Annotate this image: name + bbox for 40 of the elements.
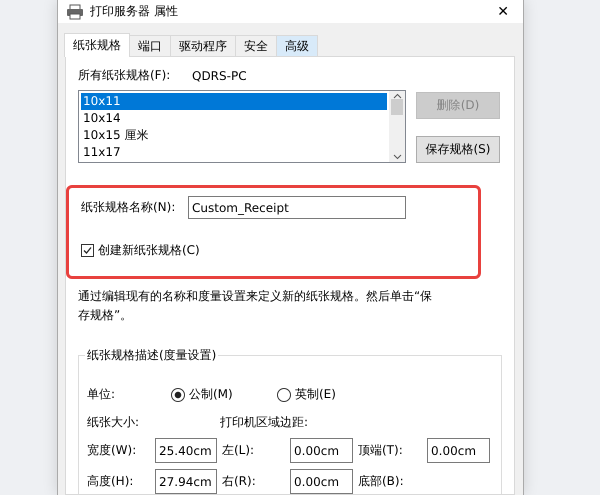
radio-button[interactable] bbox=[171, 388, 185, 402]
margin-field[interactable]: 0.00cm bbox=[290, 469, 353, 494]
hint-text: 通过编辑现有的名称和度量设置来定义新的纸张规格。然后单击“保存规格”。 bbox=[78, 288, 434, 324]
size-label: 纸张大小: bbox=[87, 414, 140, 431]
scroll-down-icon[interactable] bbox=[392, 154, 402, 160]
checkbox-label[interactable]: 创建新纸张规格(C) bbox=[98, 242, 200, 259]
list-item[interactable]: 10x15 厘米 bbox=[81, 127, 387, 144]
radio-button[interactable] bbox=[277, 388, 291, 402]
radio-label[interactable]: 公制(M) bbox=[189, 386, 233, 403]
margin-label: 右(R): bbox=[222, 473, 257, 490]
list-item[interactable]: 10x11 bbox=[81, 93, 387, 110]
margin-field[interactable]: 0.00cm bbox=[290, 438, 353, 463]
dimension-field[interactable]: 25.40cm bbox=[155, 438, 217, 463]
tab[interactable]: 高级 bbox=[276, 35, 318, 56]
margin-label: 左(L): bbox=[222, 442, 256, 459]
scroll-up-icon[interactable] bbox=[392, 93, 402, 99]
close-button[interactable]: ✕ bbox=[491, 4, 515, 20]
radio-label[interactable]: 英制(E) bbox=[295, 386, 336, 403]
tab[interactable]: 纸张规格 bbox=[64, 33, 130, 57]
margin-field[interactable]: 0.00cm bbox=[427, 438, 490, 463]
dimension-field[interactable]: 27.94cm bbox=[155, 469, 217, 494]
units-label: 单位: bbox=[87, 386, 116, 403]
group-title: 纸张规格描述(度量设置) bbox=[85, 347, 218, 364]
dimension-label: 高度(H): bbox=[87, 473, 134, 490]
forms-label: 所有纸张规格(F): bbox=[78, 67, 172, 84]
window-title: 打印服务器 属性 bbox=[90, 3, 179, 20]
name-label: 纸张规格名称(N): bbox=[81, 199, 176, 216]
margins-label: 打印机区域边距: bbox=[220, 414, 308, 431]
margin-label: 顶端(T): bbox=[358, 442, 404, 459]
forms-list[interactable]: 10x11 10x14 10x15 厘米 11x17 bbox=[78, 90, 406, 163]
list-item[interactable]: 11x17 bbox=[81, 144, 387, 161]
printer-icon bbox=[66, 4, 84, 20]
dimension-label: 宽度(W): bbox=[87, 442, 138, 459]
server-name: QDRS-PC bbox=[192, 68, 247, 82]
save-button[interactable]: 保存规格(S) bbox=[416, 136, 500, 163]
name-field[interactable]: Custom_Receipt bbox=[188, 196, 406, 219]
list-item[interactable]: 10x14 bbox=[81, 110, 387, 127]
scrollbar-thumb[interactable] bbox=[391, 99, 403, 115]
margin-label: 底部(B): bbox=[358, 473, 405, 490]
checkbox[interactable] bbox=[81, 244, 94, 257]
